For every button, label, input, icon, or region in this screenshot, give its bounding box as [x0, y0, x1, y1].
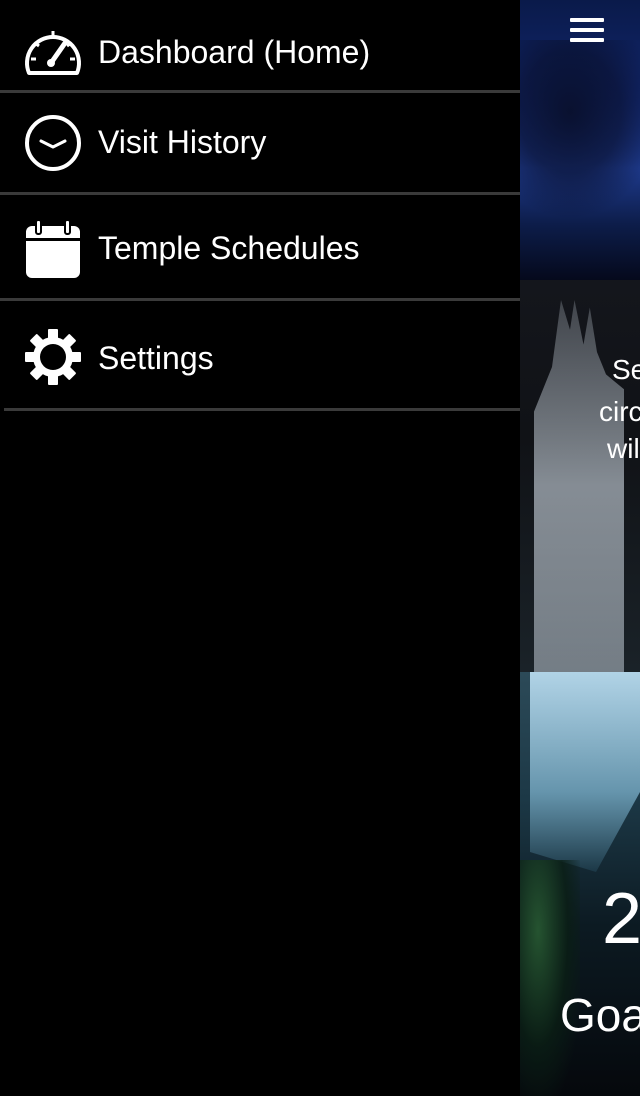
garden-image [520, 860, 580, 1096]
navigation-drawer: Dashboard (Home) Visit History Temple Sc… [0, 0, 520, 1096]
clock-icon [22, 112, 84, 174]
menu-item-label: Settings [98, 340, 214, 376]
hamburger-menu-icon[interactable] [570, 18, 604, 42]
speedometer-icon [22, 20, 84, 82]
menu-item-label: Visit History [98, 124, 267, 160]
menu-item-temple-schedules[interactable]: Temple Schedules [0, 198, 520, 298]
menu-item-settings[interactable]: Settings [0, 304, 520, 408]
divider [4, 408, 520, 411]
divider [0, 90, 520, 93]
partial-text-line-1: Se [612, 354, 640, 385]
cloud-shape [520, 40, 640, 220]
goal-label: Goa [560, 989, 640, 1041]
menu-item-label: Temple Schedules [98, 230, 360, 266]
gear-icon [22, 326, 84, 388]
partial-text-line-2: circ [599, 396, 640, 427]
menu-item-dashboard[interactable]: Dashboard (Home) [0, 14, 520, 92]
goal-count: 2 [602, 879, 640, 959]
menu-item-visit-history[interactable]: Visit History [0, 96, 520, 192]
menu-item-label: Dashboard (Home) [98, 34, 371, 70]
main-screen: Se circ wil 2 Goa [520, 0, 640, 1096]
partial-text-line-3: wil [607, 433, 640, 464]
divider [0, 192, 520, 195]
calendar-icon [22, 218, 84, 280]
divider [0, 298, 520, 301]
